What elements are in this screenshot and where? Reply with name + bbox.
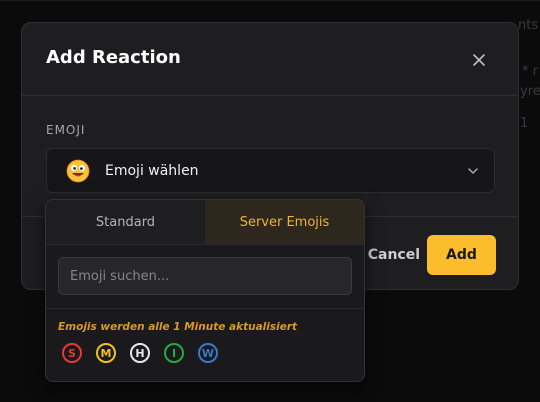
background-text: yre (520, 84, 540, 99)
emoji-face-icon (66, 159, 90, 182)
tab-standard[interactable]: Standard (46, 200, 205, 244)
emoji-letter: W (201, 346, 215, 360)
emoji-line-m[interactable]: M (96, 343, 116, 363)
background-divider (0, 0, 540, 1)
emoji-letter: S (68, 346, 76, 360)
emoji-line-i[interactable]: I (164, 343, 184, 363)
update-note: Emojis werden alle 1 Minute aktualisiert (58, 321, 298, 333)
emoji-select-text: Emoji wählen (105, 162, 199, 179)
background-text: * r (522, 64, 538, 79)
emoji-letter: I (171, 346, 177, 360)
emoji-field-label: EMOJI (46, 123, 86, 137)
tab-server-emojis[interactable]: Server Emojis (205, 200, 364, 244)
emoji-line-s[interactable]: S (62, 343, 82, 363)
emoji-search-input[interactable] (58, 257, 352, 295)
modal-header-divider (22, 95, 518, 96)
search-divider (46, 308, 364, 309)
background-text: nts (518, 18, 539, 33)
add-button[interactable]: Add (427, 235, 496, 275)
modal-title: Add Reaction (46, 47, 181, 68)
emoji-picker-dropdown: Standard Server Emojis Emojis werden all… (45, 199, 365, 382)
emoji-letter: M (100, 346, 112, 360)
tabs-divider (46, 244, 364, 245)
emoji-line-w[interactable]: W (198, 343, 218, 363)
emoji-select[interactable]: Emoji wählen (46, 148, 495, 193)
chevron-down-icon (468, 168, 478, 174)
background-text: 1 (520, 116, 529, 131)
close-button[interactable] (468, 49, 490, 71)
emoji-letter: H (135, 346, 145, 360)
emoji-line-h[interactable]: H (130, 343, 150, 363)
server-emoji-list: S M H I W (62, 343, 218, 363)
close-icon (473, 54, 485, 66)
